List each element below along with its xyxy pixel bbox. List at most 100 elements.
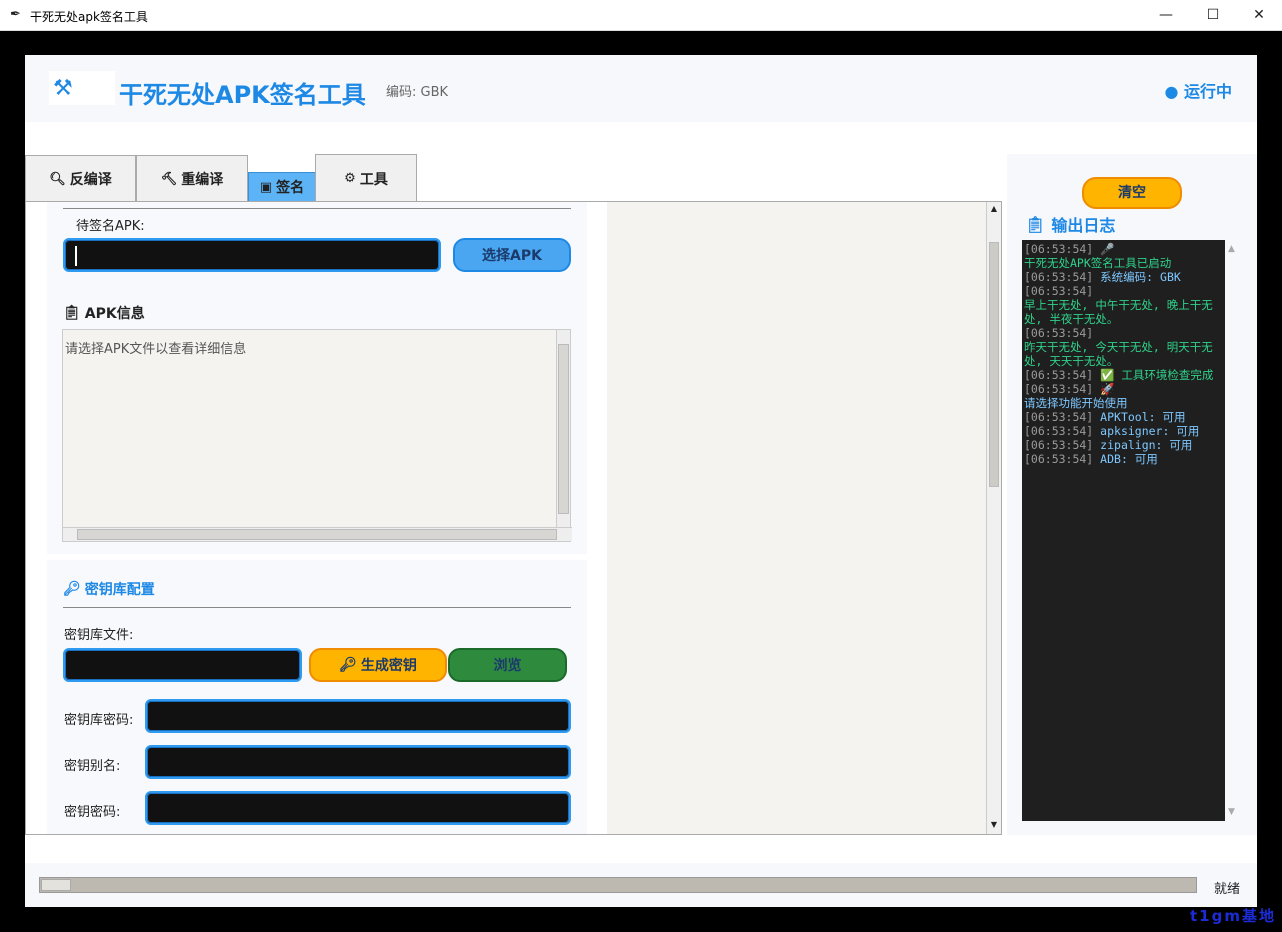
scroll-up-icon[interactable]: ▲ xyxy=(989,204,999,216)
log-line: [06:53:54] xyxy=(1024,284,1223,298)
log-message: APKTool: 可用 xyxy=(1093,410,1186,424)
tools-icon: ⚒ xyxy=(53,76,73,101)
window-titlebar: ✒ 干死无处apk签名工具 — ☐ ✕ xyxy=(0,0,1282,31)
log-timestamp: [06:53:54] xyxy=(1024,270,1094,284)
key-alias-input[interactable] xyxy=(145,745,571,779)
scroll-thumb[interactable] xyxy=(558,344,569,514)
tab-bar: 🔍︎ 反编译 🔨︎ 重编译 ▣ 签名 ⚙ 工具 xyxy=(25,154,445,202)
apk-label: 待签名APK: xyxy=(76,219,145,234)
log-scrollbar[interactable]: ▲ ▼ xyxy=(1225,240,1241,821)
minimize-button[interactable]: — xyxy=(1143,0,1189,31)
scroll-thumb[interactable] xyxy=(77,529,557,540)
divider xyxy=(63,208,571,209)
log-message: ✅ 工具环境检查完成 xyxy=(1093,368,1214,382)
status-bar: 就绪 xyxy=(25,863,1257,907)
keystore-title: 🔑︎ 密钥库配置 xyxy=(63,579,155,599)
log-line: 早上干无处, 中午干无处, 晚上干无处, 半夜干无处。 xyxy=(1024,298,1223,326)
tab-recompile[interactable]: 🔨︎ 重编译 xyxy=(136,155,248,202)
gear-icon: ⚙ xyxy=(344,171,356,186)
progress-bar xyxy=(39,877,1197,893)
stamp-icon: ▣ xyxy=(259,179,273,195)
log-message: 🚀 xyxy=(1093,382,1115,396)
key-alias-label: 密钥别名: xyxy=(64,759,121,774)
hammer-icon: 🔨︎ xyxy=(160,171,178,187)
tab-label: 签名 xyxy=(276,180,305,196)
tab-label: 反编译 xyxy=(69,172,112,188)
key-icon: 🔑︎ xyxy=(339,657,357,673)
progress-indicator xyxy=(41,879,71,891)
tab-decompile[interactable]: 🔍︎ 反编译 xyxy=(25,155,136,202)
tab-label: 工具 xyxy=(359,171,388,188)
keystore-file-label: 密钥库文件: xyxy=(64,628,134,643)
log-line: [06:53:54] APKTool: 可用 xyxy=(1024,410,1223,424)
tab-tools[interactable]: ⚙ 工具 xyxy=(315,154,417,202)
log-panel: 清空 📋︎ 输出日志 [06:53:54] 🎤 干死无处APK签名工具已启动 [06… xyxy=(1007,154,1257,835)
log-line: [06:53:54] ✅ 工具环境检查完成 xyxy=(1024,368,1223,382)
keystore-file-input[interactable] xyxy=(63,648,302,682)
browse-button[interactable]: 浏览 xyxy=(448,648,567,682)
scroll-thumb[interactable] xyxy=(989,242,999,487)
apk-info-title-text: APK信息 xyxy=(84,306,145,322)
log-timestamp: [06:53:54] xyxy=(1024,284,1094,298)
log-message: 系统编码: GBK xyxy=(1093,270,1181,284)
log-message: 干死无处APK签名工具已启动 xyxy=(1024,256,1172,270)
apk-path-input[interactable] xyxy=(63,238,441,272)
log-line: [06:53:54] apksigner: 可用 xyxy=(1024,424,1223,438)
panel-vertical-scrollbar[interactable]: ▲ ▼ xyxy=(986,202,1001,834)
log-line: [06:53:54] xyxy=(1024,326,1223,340)
info-horizontal-scrollbar[interactable] xyxy=(63,527,572,541)
log-timestamp: [06:53:54] xyxy=(1024,242,1094,256)
scroll-down-icon[interactable]: ▼ xyxy=(989,820,999,832)
tab-sign[interactable]: ▣ 签名 xyxy=(248,172,316,202)
app-header: ⚒ 干死无处APK签名工具 编码: GBK ● 运行中 xyxy=(25,55,1257,122)
app-body: ⚒ 干死无处APK签名工具 编码: GBK ● 运行中 🔍︎ 反编译 🔨︎ 重编… xyxy=(25,55,1257,907)
log-timestamp: [06:53:54] xyxy=(1024,438,1094,452)
keystore-password-input[interactable] xyxy=(145,699,571,733)
log-timestamp: [06:53:54] xyxy=(1024,452,1094,466)
log-title-text: 输出日志 xyxy=(1051,216,1116,235)
info-vertical-scrollbar[interactable] xyxy=(556,330,570,528)
log-message: ADB: 可用 xyxy=(1093,452,1158,466)
sign-panel: 待签名APK: 选择APK 📋︎ APK信息 请选择APK文件以查看详细信息 🔑… xyxy=(25,201,1002,835)
logo: ⚒ xyxy=(49,71,115,105)
divider xyxy=(63,607,571,608)
log-title: 📋︎ 输出日志 xyxy=(1025,212,1115,236)
tab-label: 重编译 xyxy=(181,172,224,188)
log-line: 干死无处APK签名工具已启动 xyxy=(1024,256,1223,270)
log-line: [06:53:54] ADB: 可用 xyxy=(1024,452,1223,466)
generate-key-button[interactable]: 🔑︎ 生成密钥 xyxy=(309,648,447,682)
log-message: 昨天干无处, 今天干无处, 明天干无处, 天天干无处。 xyxy=(1024,340,1213,368)
key-password-input[interactable] xyxy=(145,791,571,825)
generate-key-label: 生成密钥 xyxy=(360,658,417,674)
log-timestamp: [06:53:54] xyxy=(1024,368,1094,382)
encoding-label: 编码: GBK xyxy=(386,85,449,100)
scroll-down-icon[interactable]: ▼ xyxy=(1228,807,1235,817)
empty-area xyxy=(607,202,986,834)
log-timestamp: [06:53:54] xyxy=(1024,410,1094,424)
log-output[interactable]: [06:53:54] 🎤 干死无处APK签名工具已启动 [06:53:54] 系统编… xyxy=(1022,240,1225,821)
log-message: 🎤 xyxy=(1093,242,1115,256)
log-line: 昨天干无处, 今天干无处, 明天干无处, 天天干无处。 xyxy=(1024,340,1223,368)
sign-scroll-area[interactable]: 待签名APK: 选择APK 📋︎ APK信息 请选择APK文件以查看详细信息 🔑… xyxy=(26,202,986,834)
watermark: t1gm基地 xyxy=(1190,907,1276,925)
clipboard-icon: 📋︎ xyxy=(63,305,81,321)
clear-log-button[interactable]: 清空 xyxy=(1082,177,1182,209)
key-icon: 🔑︎ xyxy=(63,581,81,597)
log-timestamp: [06:53:54] xyxy=(1024,326,1094,340)
apk-info-placeholder: 请选择APK文件以查看详细信息 xyxy=(65,342,247,357)
status-text: 就绪 xyxy=(1214,882,1241,897)
select-apk-button[interactable]: 选择APK xyxy=(453,238,571,272)
scroll-up-icon[interactable]: ▲ xyxy=(1228,244,1235,254)
text-caret xyxy=(75,246,77,266)
close-button[interactable]: ✕ xyxy=(1236,0,1282,31)
apk-info-box[interactable]: 请选择APK文件以查看详细信息 xyxy=(62,329,572,542)
app-title: 干死无处APK签名工具 xyxy=(119,81,366,109)
feather-icon: ✒ xyxy=(10,7,21,22)
maximize-button[interactable]: ☐ xyxy=(1190,0,1236,31)
log-message: zipalign: 可用 xyxy=(1093,438,1193,452)
status-running: ● 运行中 xyxy=(1164,82,1232,101)
window-title: 干死无处apk签名工具 xyxy=(30,10,148,24)
log-line: [06:53:54] 系统编码: GBK xyxy=(1024,270,1223,284)
log-timestamp: [06:53:54] xyxy=(1024,382,1094,396)
search-icon: 🔍︎ xyxy=(49,171,66,187)
